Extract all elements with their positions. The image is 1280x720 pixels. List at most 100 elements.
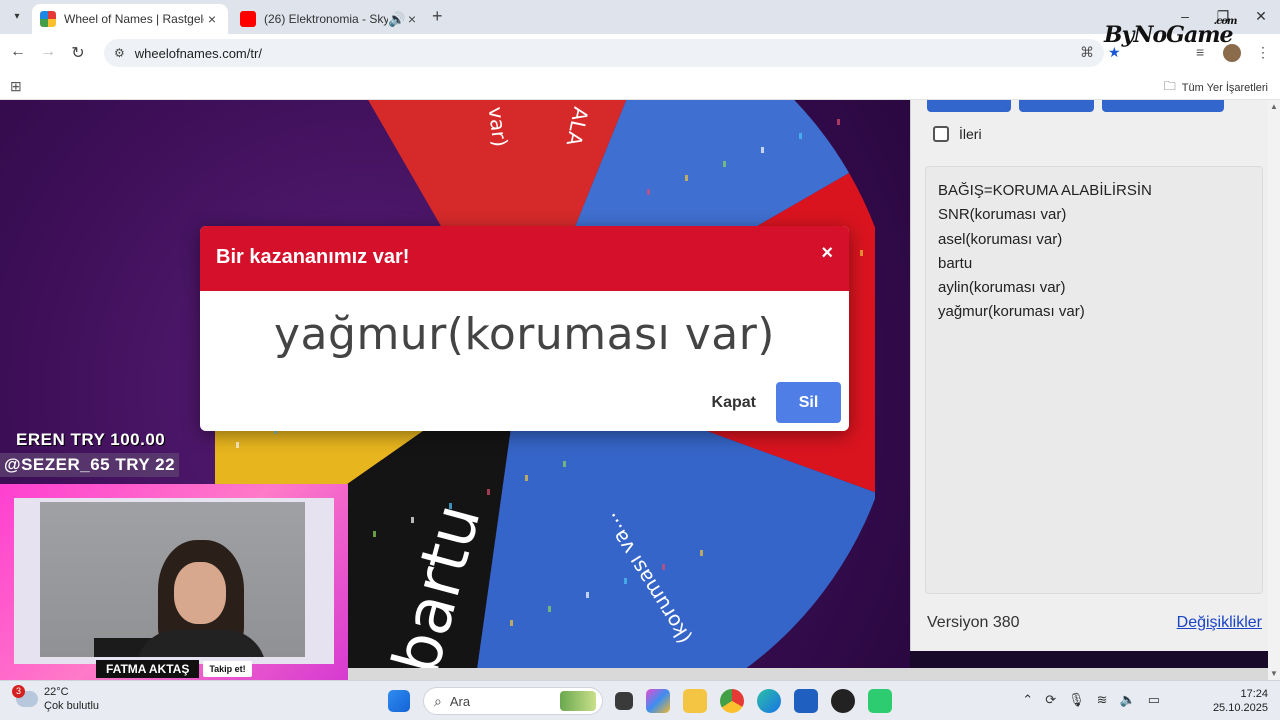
dialog-header: Bir kazananımız var! × — [200, 226, 849, 291]
confetti-piece — [548, 606, 551, 612]
entry-line: SNR(koruması var) — [938, 206, 1067, 224]
sort-button[interactable] — [1019, 100, 1094, 112]
tab-wheel-of-names[interactable]: Wheel of Names | Rastgele × — [32, 4, 228, 34]
youtube-favicon-icon — [240, 11, 256, 27]
confetti-piece — [624, 578, 627, 584]
confetti-piece — [236, 442, 239, 448]
confetti-piece — [647, 189, 650, 195]
tab-search-icon[interactable]: ▾ — [6, 6, 28, 28]
delete-button[interactable]: Sil — [776, 382, 841, 423]
streamer-face — [174, 562, 226, 624]
site-info-icon[interactable]: ⚙ — [114, 46, 125, 60]
all-bookmarks-button[interactable]: 🗀 Tüm Yer İşaretleri — [1164, 77, 1268, 98]
tab-strip: ▾ Wheel of Names | Rastgele × (26) Elekt… — [0, 0, 1280, 34]
entry-line: yağmur(koruması var) — [938, 303, 1085, 321]
bynogame-watermark: ByNoGame .com — [1104, 16, 1237, 48]
search-icon: ⌕ — [434, 692, 442, 709]
confetti-piece — [700, 550, 703, 556]
taskbar-clock[interactable]: 17:24 25.10.2025 — [1213, 687, 1268, 715]
confetti-piece — [449, 503, 452, 509]
windows-taskbar: 3 22°C Çok bulutlu ⌕ Ara ⌃ ⟳ 🎙 ≋ 🔈 ▭ 17:… — [0, 680, 1280, 720]
entries-textarea[interactable]: BAĞIŞ=KORUMA ALABİLİRSİN SNR(koruması va… — [925, 166, 1263, 594]
entry-line: bartu — [938, 254, 973, 272]
page-scrollbar[interactable]: ▲ ▼ — [1268, 100, 1280, 680]
taskbar-apps: ⌕ Ara — [388, 687, 905, 715]
entries-panel: İleri BAĞIŞ=KORUMA ALABİLİRSİN SNR(korum… — [910, 100, 1268, 651]
store-icon[interactable] — [794, 689, 818, 713]
clock-date: 25.10.2025 — [1212, 702, 1268, 714]
confetti-piece — [761, 147, 764, 153]
taskbar-search[interactable]: ⌕ Ara — [423, 687, 603, 715]
add-image-button[interactable] — [1102, 100, 1224, 112]
dialog-title: Bir kazananımız var! — [216, 246, 410, 268]
file-explorer-icon[interactable] — [683, 689, 707, 713]
address-bar[interactable]: ⚙ wheelofnames.com/tr/ — [104, 39, 1104, 67]
new-tab-icon[interactable]: + — [432, 6, 443, 27]
system-tray: ⌃ ⟳ 🎙 ≋ 🔈 ▭ — [1010, 692, 1160, 708]
scroll-down-icon[interactable]: ▼ — [1270, 669, 1278, 678]
all-bookmarks-label: Tüm Yer İşaretleri — [1181, 81, 1268, 94]
tab-youtube[interactable]: (26) Elektronomia - Sky High 🔊 × — [232, 4, 428, 34]
battery-icon[interactable]: ▭ — [1148, 692, 1160, 708]
apps-grid-icon[interactable]: ⊞ — [10, 78, 22, 95]
cloud-icon: 3 — [12, 685, 38, 707]
advanced-toggle[interactable]: İleri — [933, 126, 982, 142]
obs-icon[interactable] — [831, 689, 855, 713]
advanced-checkbox[interactable] — [933, 126, 949, 142]
windows-start-icon[interactable] — [388, 690, 410, 712]
microphone-icon[interactable]: 🎙 — [1068, 692, 1085, 708]
translate-icon[interactable]: ⌘ — [1080, 44, 1094, 61]
confetti-piece — [662, 564, 665, 570]
donation-alert-1: EREN TRY 100.00 — [16, 430, 166, 449]
browser-toolbar: ← → ↻ ⚙ wheelofnames.com/tr/ ⌘ ★ ≡ ⋮ — [0, 34, 1280, 72]
webcam-overlay: FATMA AKTAŞ Takip et! — [0, 484, 348, 680]
webcam-video — [40, 502, 305, 657]
entry-line: BAĞIŞ=KORUMA ALABİLİRSİN — [938, 182, 1152, 199]
weather-widget[interactable]: 3 22°C Çok bulutlu — [12, 685, 99, 713]
close-button[interactable]: Kapat — [712, 394, 756, 412]
speaker-icon[interactable]: 🔊 — [388, 11, 405, 28]
tray-expand-icon[interactable]: ⌃ — [1022, 692, 1033, 708]
webcam-border — [14, 498, 334, 664]
confetti-piece — [563, 461, 566, 467]
confetti-piece — [586, 592, 589, 598]
volume-icon[interactable]: 🔈 — [1120, 692, 1136, 708]
watermark-suffix: .com — [1213, 16, 1238, 27]
url-text: wheelofnames.com/tr/ — [134, 45, 262, 61]
app-icon[interactable] — [868, 689, 892, 713]
donation-alert-2: @SEZER_65 TRY 22 — [0, 453, 180, 477]
dialog-actions: Kapat Sil — [712, 382, 841, 423]
back-icon[interactable]: ← — [8, 43, 28, 61]
close-window-icon[interactable]: ✕ — [1242, 0, 1280, 34]
edge-icon[interactable] — [757, 689, 781, 713]
chrome-icon[interactable] — [720, 689, 744, 713]
streamer-namebar: FATMA AKTAŞ Takip et! — [96, 660, 252, 678]
close-tab-icon[interactable]: × — [204, 11, 220, 27]
reload-icon[interactable]: ↻ — [68, 43, 88, 63]
tab-title: Wheel of Names | Rastgele — [64, 12, 204, 26]
follow-badge: Takip et! — [203, 661, 252, 677]
advanced-label: İleri — [959, 126, 982, 142]
streamer-name: FATMA AKTAŞ — [96, 660, 200, 678]
menu-icon[interactable]: ⋮ — [1256, 44, 1270, 61]
close-tab-icon[interactable]: × — [404, 11, 420, 27]
entry-line: asel(koruması var) — [938, 230, 1063, 248]
dialog-close-icon[interactable]: × — [821, 242, 833, 265]
confetti-piece — [860, 250, 863, 256]
copilot-icon[interactable] — [646, 689, 670, 713]
profile-avatar[interactable] — [1223, 44, 1241, 62]
wifi-icon[interactable]: ≋ — [1097, 692, 1108, 708]
winner-dialog: Bir kazananımız var! × yağmur(koruması v… — [200, 226, 849, 431]
scroll-up-icon[interactable]: ▲ — [1270, 102, 1278, 111]
confetti-piece — [837, 119, 840, 125]
confetti-piece — [723, 161, 726, 167]
task-view-icon[interactable] — [615, 692, 633, 710]
confetti-piece — [685, 175, 688, 181]
temperature: 22°C — [44, 686, 69, 698]
search-placeholder: Ara — [449, 693, 471, 709]
confetti-piece — [411, 517, 414, 523]
changes-link[interactable]: Değişiklikler — [1177, 614, 1262, 632]
sync-icon[interactable]: ⟳ — [1045, 692, 1056, 708]
forward-icon[interactable]: → — [38, 43, 58, 61]
shuffle-button[interactable] — [927, 100, 1011, 112]
